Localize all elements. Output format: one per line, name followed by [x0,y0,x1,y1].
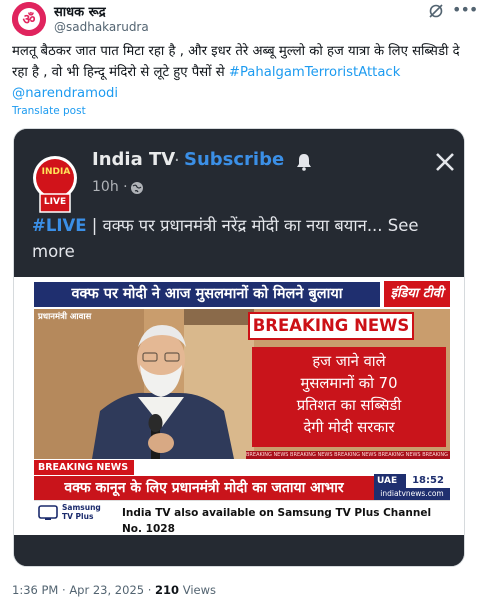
post-age: 10h · [92,179,128,195]
tweet: ॐ साधक रूद्र @sadhakarudra ••• मलतू बैठक… [0,0,481,600]
globe-icon [131,182,143,194]
avatar[interactable]: ॐ [12,2,46,36]
breaking-news-badge: BREAKING NEWS [34,460,134,475]
more-options-icon[interactable]: ••• [452,1,478,19]
uae-label: UAE [377,476,398,486]
website-label: indiatvnews.com [374,488,450,500]
top-headline-banner: वक्फ पर मोदी ने आज मुसलमानों को मिलने बु… [34,282,380,307]
tweet-text: मलतू बैठकर जात पात मिटा रहा है , और इधर … [12,41,472,104]
news-frame: वक्फ पर मोदी ने आज मुसलमानों को मिलने बु… [14,277,464,535]
samsung-line-2: TV Plus [62,512,94,521]
post-time: 1:36 PM [12,583,59,597]
promo-text: India TV also available on Samsung TV Pl… [122,507,432,535]
breaking-news-panel: हज जाने वाले मुसलमानों को 70 प्रतिशत का … [252,347,446,447]
panel-line: हज जाने वाले [312,353,386,370]
close-icon [436,153,454,171]
mention-link[interactable]: @narendramodi [12,86,118,101]
channel-name: India TV [92,149,176,170]
logo-live-text: LIVE [43,197,67,207]
samsung-line-1: Samsung [62,503,101,512]
india-tv-hindi-logo: इंडिया टीवी [384,281,450,307]
grok-icon[interactable] [428,3,444,19]
panel-line: देगी मोदी सरकार [303,419,395,436]
breaking-news-title: BREAKING NEWS [248,312,414,340]
media-image[interactable]: INDIA LIVE India TV · Subscribe 10h · #L… [13,128,465,567]
subscribe-link: Subscribe [184,149,285,170]
views-count: 210 [155,583,180,597]
breaking-ticker: BREAKING NEWS BREAKING NEWS BREAKING NEW… [246,451,450,459]
display-name[interactable]: साधक रूद्र [54,2,106,20]
panel-line: प्रतिशत का सब्सिडी [296,397,402,414]
uae-time: 18:52 [406,474,450,488]
caption-text: | वक्फ पर प्रधानमंत्री नरेंद्र मोदी का न… [86,216,383,235]
video-still: प्रधानमंत्री आवास BREAKING NEWS हज जाने … [34,309,450,459]
media-bottom-bar [14,535,464,566]
facebook-post-header: INDIA LIVE India TV · Subscribe 10h · #L… [14,129,464,277]
lower-third-headline: वक्फ कानून के लिए प्रधानमंत्री मोदी का ज… [34,476,374,500]
translate-post-link[interactable]: Translate post [12,105,86,117]
live-hashtag: #LIVE [32,216,87,235]
user-handle[interactable]: @sadhakarudra [54,20,149,34]
samsung-label: Samsung TV Plus [62,503,101,521]
panel-line: मुसलमानों को 70 [300,375,398,392]
logo-text: INDIA [41,167,71,177]
samsung-tv-icon [38,505,58,520]
avatar-image: ॐ [12,2,46,36]
svg-text:ॐ: ॐ [23,11,36,28]
fb-caption: #LIVE | वक्फ पर प्रधानमंत्री नरेंद्र मोद… [32,213,452,265]
promo-bar: Samsung TV Plus India TV also available … [34,500,450,535]
hashtag-link[interactable]: #PahalgamTerroristAttack [229,65,400,80]
post-timestamp[interactable]: 1:36 PM · Apr 23, 2025 · 210 Views [12,583,216,597]
bell-icon [297,154,311,171]
photo-location-label: प्रधानमंत्री आवास [38,312,92,322]
views-label: Views [182,583,217,597]
separator-dot: · [174,150,180,171]
post-date: Apr 23, 2025 [69,583,145,597]
